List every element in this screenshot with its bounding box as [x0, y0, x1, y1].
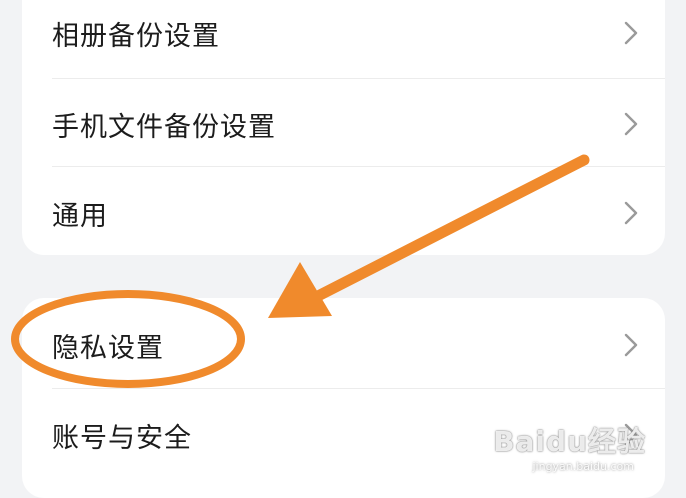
chevron-right-icon: [624, 112, 638, 136]
settings-row-label: 通用: [52, 200, 108, 232]
settings-card-general: 相册备份设置 手机文件备份设置 通用: [22, 0, 665, 255]
chevron-right-icon: [624, 333, 638, 357]
settings-row-privacy[interactable]: 隐私设置: [22, 300, 665, 390]
settings-row-general[interactable]: 通用: [22, 168, 665, 255]
settings-row-phone-file-backup[interactable]: 手机文件备份设置: [22, 79, 665, 169]
watermark-brand: Baidu经验: [493, 425, 646, 458]
settings-row-label: 相册备份设置: [52, 20, 220, 52]
settings-row-label: 账号与安全: [52, 422, 192, 454]
settings-row-album-backup[interactable]: 相册备份设置: [22, 0, 665, 78]
chevron-right-icon: [624, 201, 638, 225]
settings-row-label: 手机文件备份设置: [52, 111, 276, 143]
divider: [52, 388, 665, 389]
watermark-site: jingyan.baidu.com: [532, 460, 634, 473]
divider: [52, 166, 665, 167]
chevron-right-icon: [624, 21, 638, 45]
settings-row-label: 隐私设置: [52, 332, 164, 364]
